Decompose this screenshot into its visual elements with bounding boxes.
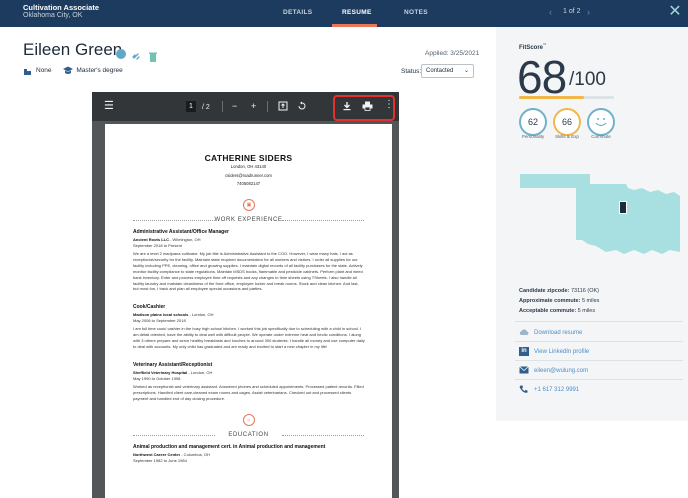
- applied-date: Applied: 3/25/2021: [425, 50, 480, 57]
- job-dates-3: May 1990 to October 1998: [133, 376, 181, 381]
- view-icon[interactable]: [116, 48, 126, 59]
- edu-dates: September 1982 to June 1984: [133, 458, 187, 463]
- candidate-actions: [116, 45, 161, 63]
- commute-score[interactable]: [587, 108, 615, 136]
- job-location: Oklahoma City, OK: [23, 12, 83, 19]
- job-title-1: Administrative Assistant/Office Manager: [133, 229, 229, 235]
- tab-notes[interactable]: NOTES: [404, 9, 428, 16]
- active-tab-indicator: [332, 24, 377, 27]
- acceptable-commute: Acceptable commute: 5 miles: [519, 308, 596, 314]
- job-title-2: Cook/Cashier: [133, 304, 166, 310]
- fit-page-icon[interactable]: [278, 101, 288, 114]
- cloud-download-icon: [519, 328, 529, 337]
- job-dates-1: September 2018 to Present: [133, 243, 182, 248]
- job-title-3: Veterinary Assistant/Receptionist: [133, 362, 213, 368]
- edu-school: Northwest Career Center - Columbus, OH: [133, 452, 210, 457]
- phone-link[interactable]: +1 617 312 9991: [519, 385, 579, 394]
- commute-label: Commute: [591, 134, 611, 139]
- resume-email: csiders@roadrunner.com: [225, 173, 272, 178]
- tab-details[interactable]: DETAILS: [283, 9, 312, 16]
- job-employer-3: Sheffield Veterinary Hospital - London, …: [133, 370, 213, 375]
- briefcase-icon: ▣: [243, 199, 255, 211]
- resume-name: CATHERINE SIDERS: [204, 153, 293, 163]
- resume-page: CATHERINE SIDERS London, OH 43140 csider…: [105, 124, 392, 498]
- work-experience-heading: WORK EXPERIENCE: [133, 217, 364, 223]
- graduation-cap-icon: [63, 66, 74, 75]
- job-employer-2: Madison plains local schools - London, O…: [133, 312, 214, 317]
- divider: [515, 341, 683, 342]
- chevron-down-icon: ⌄: [463, 68, 469, 74]
- status-label: Status:: [401, 68, 422, 75]
- job-desc-2: I am full time cook/ cashier in the busy…: [133, 326, 365, 349]
- edu-title: Animal production and management cert. i…: [133, 444, 326, 450]
- close-icon[interactable]: ✕: [667, 4, 683, 20]
- smiley-icon: [595, 118, 607, 127]
- candidate-zipcode: Candidate zipcode: 73116 (OK): [519, 288, 599, 294]
- job-title: Cultivation Associate: [23, 3, 99, 12]
- relocation-icon: [23, 66, 32, 75]
- email-link[interactable]: eileen@wulung.com: [519, 366, 588, 375]
- job-desc-1: We are a level 2 marijuana cultivator. M…: [133, 251, 363, 292]
- candidate-pager: ‹ 1 of 2 ›: [549, 7, 595, 19]
- toolbar-divider: [267, 101, 268, 112]
- resume-city: London, OH 43140: [230, 164, 267, 169]
- divider: [515, 321, 683, 322]
- approximate-commute: Approximate commute: 5 miles: [519, 298, 600, 304]
- zoom-out-icon[interactable]: −: [232, 100, 237, 112]
- download-resume-link[interactable]: Download resume: [519, 328, 582, 337]
- divider: [515, 360, 683, 361]
- toolbar-divider: [222, 101, 223, 112]
- graduation-cap-icon: ⌂: [243, 414, 255, 426]
- page-number-input[interactable]: 1: [186, 101, 196, 112]
- rotate-icon[interactable]: [297, 101, 307, 114]
- personality-score[interactable]: 62: [519, 108, 547, 136]
- menu-icon[interactable]: ☰: [104, 100, 114, 112]
- mail-icon: [519, 366, 529, 375]
- oklahoma-map: [520, 170, 685, 265]
- pager-text: 1 of 2: [563, 8, 581, 15]
- status-select[interactable]: Contacted ⌄: [421, 64, 474, 78]
- fitscore-bar-fill: [519, 96, 584, 99]
- chevron-right-icon[interactable]: ›: [587, 7, 590, 17]
- fitscore-max: /100: [569, 69, 606, 90]
- divider: [515, 379, 683, 380]
- link-icon[interactable]: [132, 49, 141, 60]
- job-employer-1: Ancient Roots LLC - Wilmington, OH: [133, 237, 201, 242]
- page-total: / 2: [202, 104, 210, 111]
- linkedin-link[interactable]: in View LinkedIn profile: [519, 347, 589, 356]
- job-desc-3: Worked as receptionist and veterinary as…: [133, 384, 364, 401]
- candidate-name: Eileen Green: [23, 40, 123, 59]
- resume-phone: 7405082147: [236, 181, 261, 186]
- chevron-left-icon[interactable]: ‹: [549, 7, 552, 17]
- zoom-in-icon[interactable]: +: [251, 100, 256, 112]
- job-dates-2: May 2006 to September 2018: [133, 318, 186, 323]
- relocation-value: None: [36, 67, 52, 75]
- education-heading: EDUCATION: [133, 432, 364, 438]
- toolbar-highlight: [333, 95, 395, 121]
- candidate-meta: None Master's degree: [23, 66, 123, 75]
- skills-score[interactable]: 66: [553, 108, 581, 136]
- linkedin-icon: in: [519, 347, 529, 356]
- phone-icon: [519, 385, 529, 394]
- trash-icon[interactable]: [148, 49, 157, 62]
- status-value: Contacted: [426, 68, 454, 74]
- top-header-bar: Cultivation Associate Oklahoma City, OK …: [0, 0, 688, 27]
- location-pin-icon: [619, 201, 627, 214]
- tab-resume[interactable]: RESUME: [342, 9, 372, 16]
- education-value: Master's degree: [76, 67, 123, 75]
